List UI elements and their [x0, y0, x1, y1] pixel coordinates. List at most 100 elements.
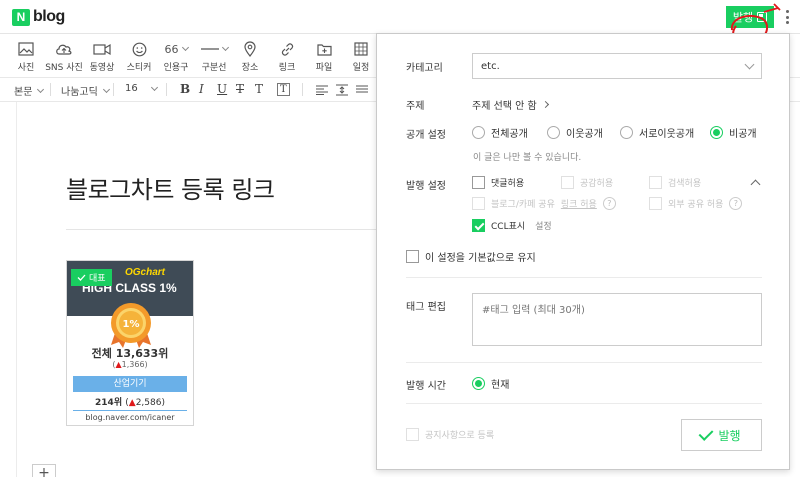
- save-icon: [757, 12, 768, 22]
- publish-top-label: 발행: [732, 11, 754, 24]
- editor-guide: [16, 102, 17, 477]
- strikethrough-button[interactable]: T: [236, 82, 244, 96]
- calendar-icon: [354, 42, 368, 56]
- publish-time-label: 발행 시간: [406, 381, 446, 392]
- help-icon[interactable]: ?: [729, 197, 743, 210]
- checkbox-label: 댓글허용: [491, 179, 525, 189]
- publish-top-button[interactable]: 발행: [726, 6, 774, 28]
- tool-sns-photo[interactable]: SNS 사진: [44, 40, 84, 73]
- publish-settings-label: 발행 설정: [406, 181, 446, 192]
- medal-text: 1%: [123, 319, 140, 330]
- visibility-neighbors-radio[interactable]: 이웃공개: [547, 125, 603, 140]
- checkbox-label: 블로그/카페 공유: [491, 200, 555, 210]
- font-size-select[interactable]: 16: [125, 83, 158, 94]
- badge-category: 산업기기: [73, 376, 187, 392]
- image-icon: [18, 42, 34, 56]
- quote-icon: 66: [164, 42, 179, 56]
- badge-total-rank: 전체 13,633위: [91, 347, 169, 360]
- representative-label: 대표: [89, 274, 106, 284]
- text-color-button[interactable]: T: [255, 82, 263, 96]
- italic-button[interactable]: I: [199, 82, 204, 96]
- list-icon[interactable]: [356, 85, 368, 95]
- top-bar: N blog 발행: [0, 0, 800, 34]
- tool-link[interactable]: 링크: [267, 40, 307, 73]
- tool-sticker[interactable]: 스티커: [119, 40, 159, 73]
- align-left-icon[interactable]: [316, 85, 328, 95]
- badge-url: blog.naver.com/icaner: [73, 410, 187, 422]
- tag-input[interactable]: [472, 293, 762, 346]
- visibility-private-radio[interactable]: 비공개: [710, 125, 757, 140]
- font-value: 나눔고딕: [61, 87, 98, 98]
- collapse-chevron-icon[interactable]: [750, 179, 761, 190]
- ccl-checkbox[interactable]: CCL표시 설정: [472, 219, 552, 232]
- line-height-icon[interactable]: [336, 84, 348, 96]
- radio-label: 이웃공개: [566, 129, 603, 140]
- tool-file[interactable]: 파일: [304, 40, 344, 73]
- tool-label: SNS 사진: [45, 63, 83, 73]
- post-title[interactable]: 블로그차트 등록 링크: [66, 170, 275, 205]
- tool-label: 구분선: [201, 63, 227, 73]
- tool-photo[interactable]: 사진: [6, 40, 46, 73]
- badge-total-change: (▲1,366): [112, 360, 148, 369]
- help-icon[interactable]: ?: [602, 197, 616, 210]
- tool-label: 스티커: [126, 63, 152, 73]
- naver-logo-icon: N: [12, 8, 30, 26]
- publish-button[interactable]: 발행: [681, 419, 762, 451]
- blog-logo[interactable]: N blog: [12, 8, 65, 26]
- tool-label: 파일: [315, 63, 333, 73]
- allow-sympathy-checkbox[interactable]: 공감허용: [561, 176, 613, 189]
- ccl-setting-select[interactable]: 설정: [535, 219, 552, 232]
- file-plus-icon: [316, 43, 332, 56]
- publish-time-now-radio[interactable]: 현재: [472, 376, 509, 391]
- tool-label: 장소: [241, 63, 259, 73]
- add-component-button[interactable]: +: [32, 464, 56, 477]
- chevron-down-icon: [744, 59, 755, 69]
- topic-select[interactable]: 주제 선택 안 함: [472, 97, 549, 112]
- tool-label: 일정: [352, 63, 370, 73]
- tool-place[interactable]: 장소: [230, 40, 270, 73]
- paragraph-style-value: 본문: [14, 87, 33, 98]
- tool-label: 링크: [278, 63, 296, 73]
- font-select[interactable]: 나눔고딕: [61, 83, 110, 98]
- representative-tag[interactable]: 대표: [71, 269, 112, 286]
- allow-external-share-checkbox[interactable]: 외부 공유 허용?: [649, 197, 743, 210]
- tag-label: 태그 편집: [406, 302, 446, 313]
- keep-default-checkbox[interactable]: 이 설정을 기본값으로 유지: [406, 249, 536, 264]
- notice-register-checkbox[interactable]: 공지사항으로 등록: [406, 428, 494, 441]
- text-bg-button[interactable]: T: [277, 83, 290, 96]
- topic-value: 주제 선택 안 함: [472, 101, 537, 112]
- category-select[interactable]: etc.: [472, 53, 762, 79]
- more-menu-icon[interactable]: [783, 8, 791, 26]
- checkbox-label: 검색허용: [668, 179, 702, 189]
- tool-divider[interactable]: 구분선: [194, 40, 234, 73]
- topic-label: 주제: [406, 101, 425, 112]
- category-rank-value: 214위: [95, 398, 123, 408]
- underline-button[interactable]: U: [217, 82, 227, 96]
- blogchart-badge-image[interactable]: OGchart HIGH CLASS 1% 대표 1% 전체 13,633위 (…: [66, 260, 194, 426]
- badge-category-rank: 214위 (▲2,586): [95, 398, 165, 408]
- bold-button[interactable]: B: [180, 82, 190, 96]
- checkbox-label: 이 설정을 기본값으로 유지: [425, 253, 536, 264]
- tool-video[interactable]: 동영상: [82, 40, 122, 73]
- chevron-down-icon: [150, 83, 158, 91]
- visibility-mutual-radio[interactable]: 서로이웃공개: [620, 125, 694, 140]
- allow-search-checkbox[interactable]: 검색허용: [649, 176, 701, 189]
- logo-text: blog: [33, 8, 65, 25]
- panel-divider: [406, 403, 762, 404]
- visibility-public-radio[interactable]: 전체공개: [472, 125, 528, 140]
- link-icon: [281, 42, 293, 56]
- video-icon: [93, 43, 111, 55]
- tool-quote[interactable]: 66 인용구: [156, 40, 196, 73]
- radio-label: 현재: [491, 380, 510, 391]
- cloud-upload-icon: [56, 44, 72, 55]
- link-allow-select[interactable]: 링크 허용: [561, 197, 597, 210]
- allow-blog-cafe-share-checkbox[interactable]: 블로그/카페 공유 링크 허용?: [472, 197, 616, 210]
- paragraph-style-select[interactable]: 본문: [14, 83, 45, 98]
- category-change-value: 2,586: [135, 398, 162, 408]
- allow-comments-checkbox[interactable]: 댓글허용: [472, 176, 524, 189]
- check-icon: [77, 274, 86, 281]
- map-pin-icon: [244, 41, 256, 57]
- visibility-hint: 이 글은 나만 볼 수 있습니다.: [473, 153, 582, 163]
- tool-schedule[interactable]: 일정: [341, 40, 381, 73]
- radio-label: 서로이웃공개: [639, 129, 695, 140]
